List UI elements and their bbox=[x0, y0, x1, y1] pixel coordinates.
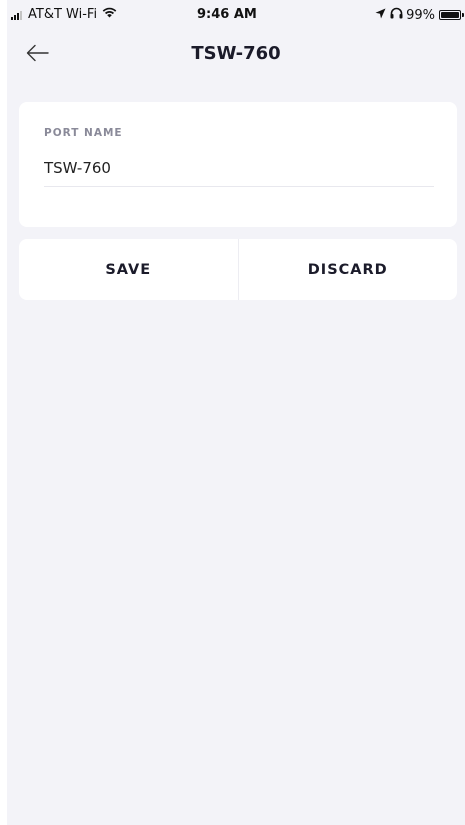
battery-percent: 99% bbox=[406, 7, 435, 23]
discard-button[interactable]: DISCARD bbox=[239, 239, 458, 300]
status-time: 9:46 AM bbox=[197, 7, 257, 22]
save-button[interactable]: SAVE bbox=[19, 239, 238, 300]
battery-cap bbox=[462, 13, 464, 17]
status-bar: AT&T Wi-Fi 9:46 AM 99% bbox=[7, 0, 465, 30]
battery-fill bbox=[441, 12, 459, 18]
wifi-icon bbox=[102, 7, 117, 22]
headphones-icon bbox=[390, 7, 403, 23]
signal-icon bbox=[11, 10, 23, 20]
carrier-label: AT&T Wi-Fi bbox=[28, 7, 98, 22]
port-name-input[interactable] bbox=[44, 149, 434, 187]
location-icon bbox=[375, 8, 386, 23]
navigation-bar: TSW-760 bbox=[7, 30, 465, 76]
app-screen: AT&T Wi-Fi 9:46 AM 99% TSW-760 PORT NAME… bbox=[7, 0, 465, 825]
battery-icon bbox=[439, 10, 464, 20]
status-right: 99% bbox=[375, 7, 464, 23]
port-name-card: PORT NAME bbox=[19, 102, 457, 227]
status-left: AT&T Wi-Fi bbox=[11, 7, 117, 22]
action-button-bar: SAVE DISCARD bbox=[19, 239, 457, 300]
page-title: TSW-760 bbox=[191, 43, 281, 64]
port-name-label: PORT NAME bbox=[44, 127, 123, 139]
